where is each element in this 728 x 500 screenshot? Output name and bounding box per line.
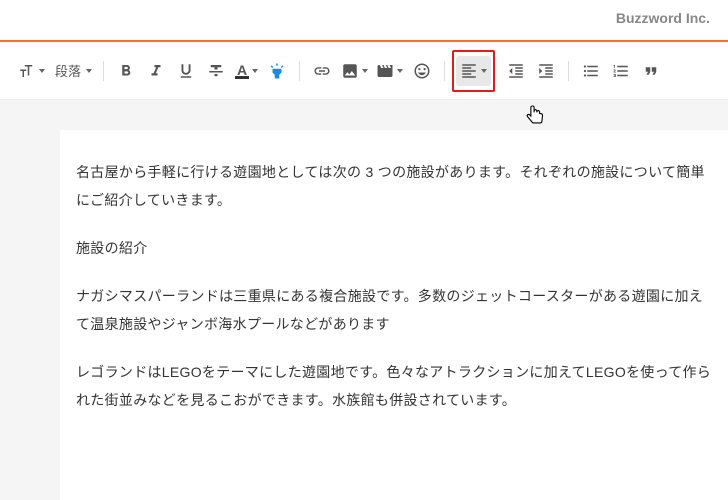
quote-button[interactable] — [636, 56, 666, 86]
quote-icon — [642, 62, 660, 80]
caret-icon — [252, 69, 258, 73]
underline-icon — [177, 62, 195, 80]
separator — [299, 61, 300, 81]
emoji-button[interactable] — [407, 56, 437, 86]
separator — [444, 61, 445, 81]
strikethrough-icon — [207, 62, 225, 80]
highlight-icon — [268, 62, 286, 80]
ordered-list-button[interactable] — [606, 56, 636, 86]
bold-button[interactable] — [111, 56, 141, 86]
editor-canvas: 名古屋から手軽に行ける遊園地としては次の 3 つの施設があります。それぞれの施設… — [0, 100, 728, 500]
separator — [103, 61, 104, 81]
emoji-icon — [413, 62, 431, 80]
link-button[interactable] — [307, 56, 337, 86]
separator — [568, 61, 569, 81]
video-icon — [376, 62, 394, 80]
paragraph-style-button[interactable]: 段落 — [49, 56, 96, 86]
video-button[interactable] — [372, 56, 407, 86]
highlight-button[interactable] — [262, 56, 292, 86]
font-color-button[interactable]: A — [231, 56, 262, 86]
strikethrough-button[interactable] — [201, 56, 231, 86]
font-color-icon: A — [235, 63, 249, 79]
caret-icon — [481, 69, 487, 73]
caret-icon — [86, 69, 92, 73]
document-page[interactable]: 名古屋から手軽に行ける遊園地としては次の 3 つの施設があります。それぞれの施設… — [60, 130, 728, 500]
unordered-list-button[interactable] — [576, 56, 606, 86]
underline-button[interactable] — [171, 56, 201, 86]
paragraph[interactable]: ナガシマスパーランドは三重県にある複合施設です。多数のジェットコースターがある遊… — [76, 282, 712, 338]
caret-icon — [397, 69, 403, 73]
caret-icon — [39, 69, 45, 73]
paragraph[interactable]: レゴランドはLEGOをテーマにした遊園地です。色々なアトラクションに加えてLEG… — [76, 358, 712, 414]
bullet-list-icon — [582, 62, 600, 80]
brand-label: Buzzword Inc. — [616, 10, 710, 26]
indent-increase-button[interactable] — [531, 56, 561, 86]
toolbar: 段落 A — [0, 42, 728, 100]
align-button[interactable] — [456, 56, 491, 86]
header: Buzzword Inc. — [0, 0, 728, 36]
outdent-icon — [507, 62, 525, 80]
align-left-icon — [460, 62, 478, 80]
image-icon — [341, 62, 359, 80]
number-list-icon — [612, 62, 630, 80]
font-size-icon — [18, 62, 36, 80]
bold-icon — [117, 62, 135, 80]
indent-icon — [537, 62, 555, 80]
indent-decrease-button[interactable] — [501, 56, 531, 86]
font-size-button[interactable] — [14, 56, 49, 86]
paragraph-label: 段落 — [53, 61, 83, 80]
paragraph[interactable]: 名古屋から手軽に行ける遊園地としては次の 3 つの施設があります。それぞれの施設… — [76, 158, 712, 214]
align-highlight — [452, 50, 495, 92]
image-button[interactable] — [337, 56, 372, 86]
paragraph[interactable]: 施設の紹介 — [76, 234, 712, 262]
italic-icon — [147, 62, 165, 80]
link-icon — [313, 62, 331, 80]
caret-icon — [362, 69, 368, 73]
italic-button[interactable] — [141, 56, 171, 86]
